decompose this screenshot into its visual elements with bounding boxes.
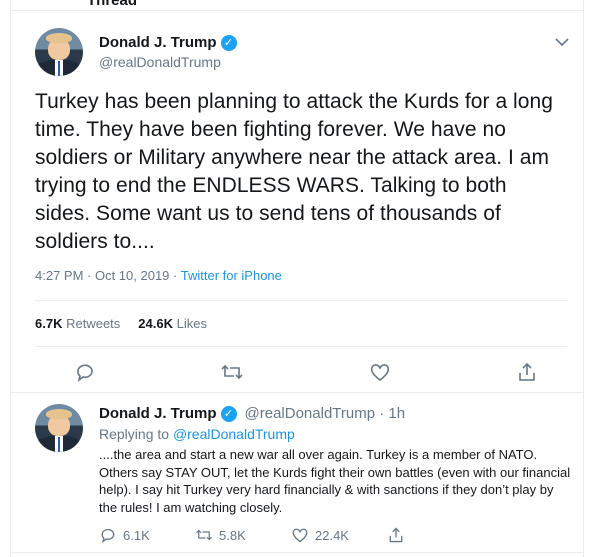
tweet-actions <box>71 358 541 386</box>
reply-share-button[interactable] <box>387 526 483 544</box>
avatar-hair <box>45 32 73 44</box>
verified-icon: ✓ <box>220 405 237 422</box>
avatar[interactable] <box>35 28 83 76</box>
reply-icon[interactable] <box>71 358 99 386</box>
like-icon <box>292 528 308 543</box>
reply-text: ....the area and start a new war all ove… <box>99 447 571 515</box>
reply-actions: 6.1K 5.8K 22.4K <box>99 526 483 544</box>
likes-label: Likes <box>176 316 207 331</box>
likes-count: 24.6K <box>138 316 173 331</box>
share-icon <box>389 527 403 543</box>
tweet-meta: 4:27 PM · Oct 10, 2019 · Twitter for iPh… <box>35 268 282 283</box>
reply-reply-button[interactable]: 6.1K <box>99 526 195 544</box>
thread-header-cut: Thread <box>87 0 138 9</box>
divider <box>35 300 567 301</box>
retweets-stat[interactable]: 6.7K Retweets <box>35 316 120 331</box>
like-count: 22.4K <box>315 527 349 543</box>
divider <box>11 10 583 11</box>
avatar-hair <box>45 408 73 420</box>
reply-author-name[interactable]: Donald J. Trump <box>99 405 217 422</box>
avatar-tie <box>57 60 61 76</box>
reply-retweet-button[interactable]: 5.8K <box>195 526 291 544</box>
tweet-stats: 6.7K Retweets 24.6K Likes <box>35 316 207 331</box>
retweets-count: 6.7K <box>35 316 63 331</box>
author-name-text[interactable]: Donald J. Trump <box>99 34 217 51</box>
share-icon[interactable] <box>513 358 541 386</box>
retweet-icon[interactable] <box>218 358 246 386</box>
divider <box>35 346 567 347</box>
author-name[interactable]: Donald J. Trump ✓ <box>99 34 237 51</box>
divider <box>11 392 583 393</box>
replying-prefix: Replying to <box>99 426 173 442</box>
likes-stat[interactable]: 24.6K Likes <box>138 316 207 331</box>
chevron-down-icon[interactable] <box>555 34 569 50</box>
replying-to-link[interactable]: @realDonaldTrump <box>173 426 295 442</box>
avatar[interactable] <box>35 404 83 452</box>
tweet-thread-panel: Thread Donald J. Trump ✓ @realDonaldTrum… <box>10 0 584 557</box>
reply-header: Donald J. Trump ✓ @realDonaldTrump · 1h <box>99 405 405 422</box>
author-handle[interactable]: @realDonaldTrump <box>99 54 221 70</box>
retweets-label: Retweets <box>66 316 121 331</box>
reply-author-handle[interactable]: @realDonaldTrump · 1h <box>245 405 406 422</box>
tweet-timestamp[interactable]: 4:27 PM · Oct 10, 2019 · <box>35 268 181 283</box>
retweet-count: 5.8K <box>219 527 246 543</box>
reply-icon <box>101 528 115 544</box>
reply-like-button[interactable]: 22.4K <box>291 526 387 544</box>
tweet-source-link[interactable]: Twitter for iPhone <box>181 268 282 283</box>
tweet-text: Turkey has been planning to attack the K… <box>35 90 553 253</box>
verified-icon: ✓ <box>220 34 237 51</box>
like-icon[interactable] <box>366 358 394 386</box>
divider <box>11 552 583 553</box>
replying-to: Replying to @realDonaldTrump <box>99 426 295 442</box>
reply-count: 6.1K <box>123 527 150 543</box>
avatar-tie <box>57 436 61 452</box>
retweet-icon <box>196 529 212 541</box>
